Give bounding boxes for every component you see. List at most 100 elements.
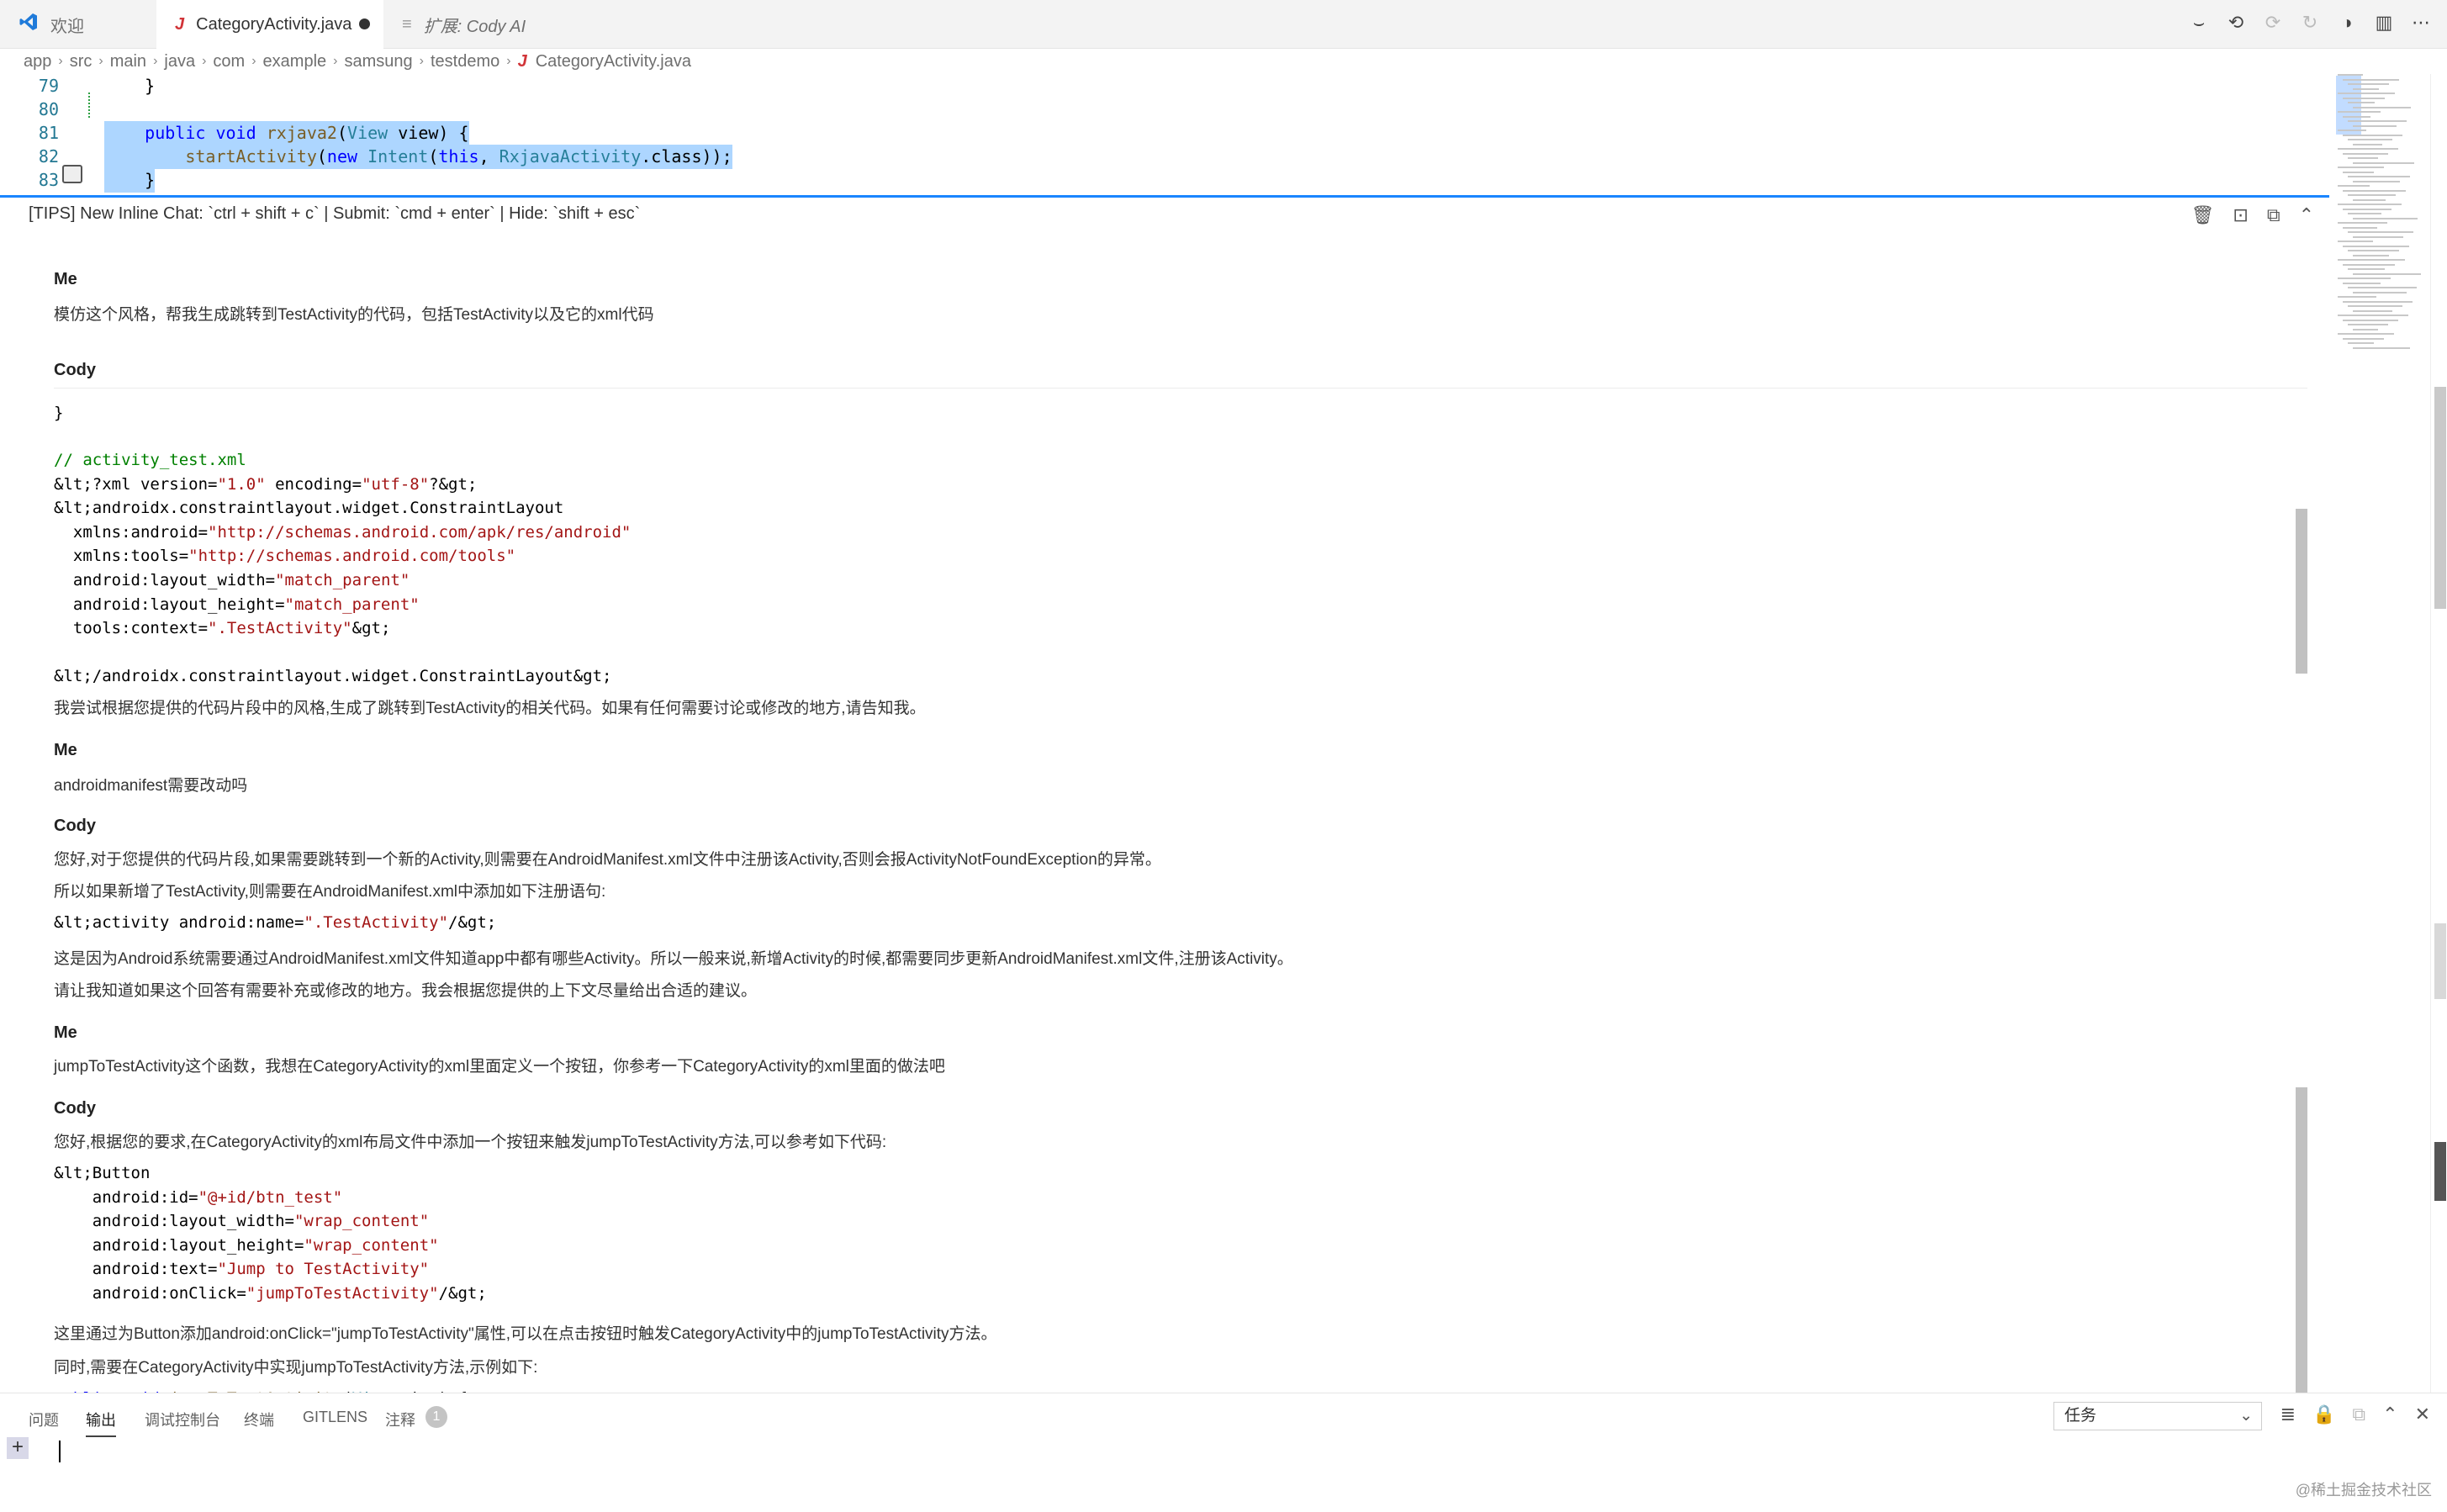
panel-tab-debug-console[interactable]: 调试控制台 — [145, 1409, 220, 1430]
minimap-line — [2353, 254, 2389, 256]
minimap-line — [2353, 124, 2397, 127]
panel-tab-problems[interactable]: 问题 — [29, 1409, 59, 1430]
minimap-line — [2343, 97, 2385, 99]
breadcrumb-item[interactable]: app — [24, 52, 51, 71]
minimap-line — [2338, 167, 2384, 168]
chevron-right-icon: › — [251, 54, 256, 68]
chevron-right-icon: › — [58, 54, 63, 68]
chevron-right-icon: › — [153, 54, 158, 68]
tab-welcome[interactable]: 欢迎 — [0, 0, 156, 49]
code-text-selected: public void rxjava2(View view) { — [104, 121, 469, 145]
minimap-line — [2338, 111, 2381, 113]
minimap-line — [2353, 235, 2403, 238]
bottom-panel: 问题 输出 调试控制台 终端 GITLENS 注释 1 任务 ⌄ ≣ 🔒 ⧉ ⌃… — [0, 1393, 2447, 1512]
panel-tab-terminal[interactable]: 终端 — [244, 1409, 274, 1430]
line-number: 81 — [38, 123, 59, 143]
breadcrumb-item[interactable]: CategoryActivity.java — [536, 52, 691, 71]
code-block-button: &lt;Button android:id="@+id/btn_test" an… — [54, 1164, 487, 1303]
breadcrumb-item[interactable]: java — [164, 52, 195, 71]
minimap-line — [2338, 333, 2394, 335]
line-number: 80 — [38, 99, 59, 119]
speaker-cody: Cody — [54, 1099, 96, 1118]
collapse-icon[interactable]: ⌃ — [2299, 204, 2314, 226]
minimap-line — [2353, 198, 2386, 201]
gitlens-icon[interactable]: ◑ — [2336, 12, 2358, 34]
chat-scrollbar[interactable] — [2296, 509, 2307, 674]
add-icon[interactable]: + — [7, 1437, 29, 1459]
clear-output-icon[interactable]: ≣ — [2281, 1404, 2296, 1425]
panel-tab-comments[interactable]: 注释 — [385, 1409, 415, 1430]
minimap-line — [2338, 296, 2376, 298]
chevron-right-icon: › — [98, 54, 103, 68]
speaker-me: Me — [54, 741, 77, 759]
breadcrumb-item[interactable]: example — [263, 52, 327, 71]
code-line: 83 } — [0, 168, 2321, 193]
scroll-thumb[interactable] — [2434, 923, 2446, 999]
minimap-line — [2353, 161, 2414, 164]
chevron-right-icon: › — [333, 54, 338, 68]
cody-icon[interactable]: ⌣ — [2188, 12, 2210, 34]
minimap-line — [2338, 241, 2373, 242]
breadcrumb-item[interactable]: testdemo — [431, 52, 499, 71]
breadcrumb-item[interactable]: com — [213, 52, 245, 71]
copy-icon[interactable]: ⧉ — [2267, 204, 2281, 226]
assistant-message: 所以如果新增了TestActivity,则需要在AndroidManifest.… — [54, 883, 606, 901]
inline-chat-gutter-icon[interactable] — [62, 165, 82, 183]
open-in-editor-icon[interactable]: ⧉ — [2352, 1404, 2365, 1425]
lock-scroll-icon[interactable]: 🔒 — [2312, 1404, 2335, 1425]
breadcrumb-item[interactable]: samsung — [344, 52, 412, 71]
revert-icon[interactable]: ⟳ — [2262, 12, 2284, 34]
select-value: 任务 — [2064, 1407, 2097, 1425]
editor-scrollbar[interactable] — [2430, 74, 2447, 1393]
close-panel-icon[interactable]: ✕ — [2415, 1404, 2430, 1425]
vscode-logo-icon — [18, 12, 39, 37]
assistant-message: 同时,需要在CategoryActivity中实现jumpToTestActiv… — [54, 1359, 538, 1377]
user-message: jumpToTestActivity这个函数，我想在CategoryActivi… — [54, 1058, 945, 1076]
minimap-line — [2348, 231, 2413, 233]
minimap-line — [2348, 83, 2389, 85]
minimap-line — [2338, 93, 2395, 94]
tab-label: CategoryActivity.java — [196, 14, 352, 34]
git-change-marker[interactable] — [88, 93, 93, 118]
minimap[interactable] — [2334, 74, 2427, 377]
scroll-thumb[interactable] — [2434, 387, 2446, 609]
minimap-line — [2343, 245, 2409, 247]
unsaved-dot-icon[interactable] — [359, 19, 370, 29]
tab-cody-extension[interactable]: ≡ 扩展: Cody AI — [383, 0, 558, 49]
go-forward-icon[interactable]: ↻ — [2299, 12, 2321, 34]
minimap-line — [2353, 217, 2418, 219]
minimap-line — [2348, 102, 2375, 103]
code-text-selected: } — [104, 168, 156, 193]
minimap-line — [2348, 213, 2381, 214]
panel-tab-output[interactable]: 输出 — [86, 1409, 116, 1437]
split-editor-icon[interactable]: ▥ — [2373, 12, 2395, 34]
new-chat-icon[interactable]: ⊡ — [2233, 204, 2248, 226]
tab-category-activity[interactable]: J CategoryActivity.java — [156, 0, 383, 49]
java-file-icon: J — [517, 51, 527, 71]
breadcrumb: app › src › main › java › com › example › sams… — [0, 49, 2321, 74]
minimap-line — [2343, 171, 2374, 173]
code-editor[interactable]: 79 } 80 81 public void rxjava2(View view… — [0, 74, 2321, 193]
chevron-right-icon: › — [419, 54, 424, 68]
text-cursor — [59, 1441, 61, 1462]
chevron-right-icon: › — [202, 54, 207, 68]
panel-tab-gitlens[interactable]: GITLENS — [303, 1409, 367, 1426]
breadcrumb-item[interactable]: main — [110, 52, 146, 71]
minimap-line — [2338, 204, 2402, 205]
trash-icon[interactable]: 🗑 — [2191, 204, 2214, 226]
maximize-panel-icon[interactable]: ⌃ — [2382, 1404, 2397, 1425]
minimap-line — [2343, 263, 2395, 266]
minimap-line — [2353, 291, 2407, 293]
minimap-line — [2343, 78, 2399, 81]
minimap-line — [2338, 130, 2366, 131]
code-line: 81 public void rxjava2(View view) { — [0, 121, 2321, 145]
assistant-message: 这是因为Android系统需要通过AndroidManifest.xml文件知道… — [54, 950, 1293, 968]
go-back-icon[interactable]: ⟲ — [2225, 12, 2247, 34]
minimap-line — [2353, 180, 2400, 182]
speaker-cody: Cody — [54, 817, 96, 835]
minimap-line — [2353, 106, 2411, 108]
output-channel-select[interactable]: 任务 ⌄ — [2053, 1402, 2262, 1430]
chat-scrollbar[interactable] — [2296, 1087, 2307, 1395]
breadcrumb-item[interactable]: src — [70, 52, 92, 71]
more-actions-icon[interactable]: ⋯ — [2410, 12, 2432, 34]
